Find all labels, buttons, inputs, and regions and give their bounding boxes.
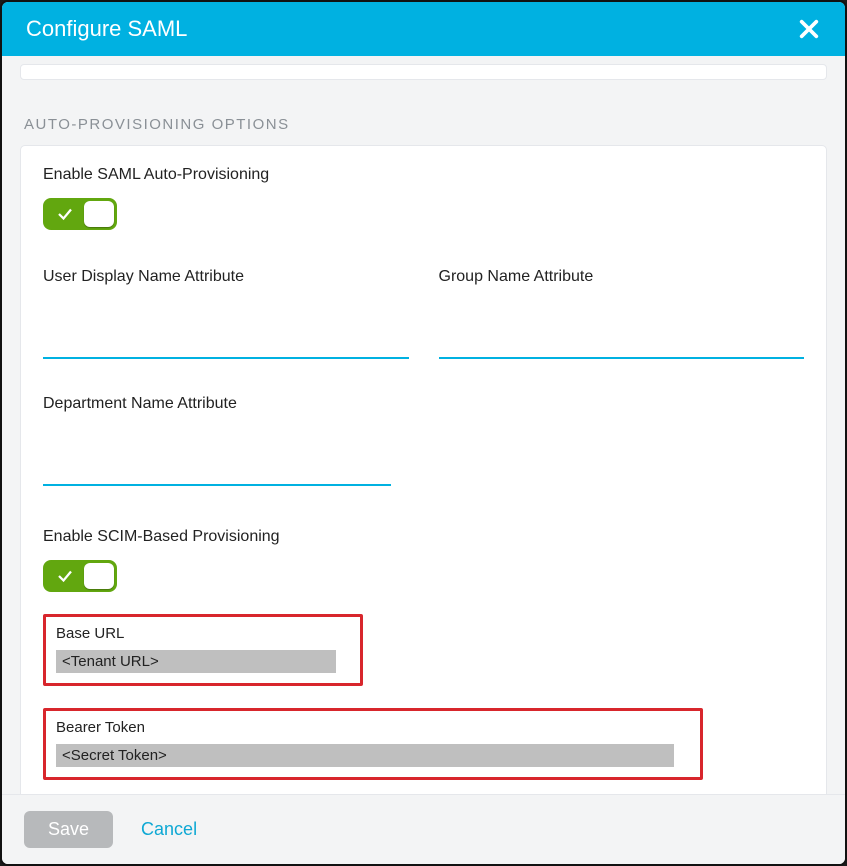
scim-block: Enable SCIM-Based Provisioning — [43, 528, 804, 592]
previous-panel-sliver — [20, 64, 827, 80]
bearer-token-highlight: Bearer Token <Secret Token> — [43, 708, 703, 780]
modal-footer: Save Cancel — [2, 794, 845, 864]
enable-saml-toggle[interactable] — [43, 198, 117, 230]
bearer-token-label: Bearer Token — [56, 719, 690, 736]
close-icon[interactable] — [797, 17, 821, 41]
section-title: AUTO-PROVISIONING OPTIONS — [20, 116, 827, 133]
user-display-input[interactable] — [43, 328, 409, 359]
department-input[interactable] — [43, 455, 391, 486]
base-url-value[interactable]: <Tenant URL> — [56, 650, 336, 673]
enable-scim-label: Enable SCIM-Based Provisioning — [43, 528, 804, 546]
user-display-label: User Display Name Attribute — [43, 268, 409, 286]
modal-header: Configure SAML — [2, 2, 845, 56]
group-name-label: Group Name Attribute — [439, 268, 805, 286]
auto-provisioning-panel: Enable SAML Auto-Provisioning User Displ… — [20, 145, 827, 794]
department-label: Department Name Attribute — [43, 395, 391, 413]
group-name-col: Group Name Attribute — [439, 268, 805, 359]
department-col: Department Name Attribute — [43, 395, 391, 486]
enable-scim-toggle[interactable] — [43, 560, 117, 592]
configure-saml-modal: Configure SAML AUTO-PROVISIONING OPTIONS… — [0, 0, 847, 866]
modal-body[interactable]: AUTO-PROVISIONING OPTIONS Enable SAML Au… — [2, 56, 845, 794]
check-icon — [46, 567, 84, 585]
save-button[interactable]: Save — [24, 811, 113, 848]
cancel-button[interactable]: Cancel — [141, 819, 197, 840]
bearer-token-value[interactable]: <Secret Token> — [56, 744, 674, 767]
toggle-knob — [84, 201, 114, 227]
base-url-label: Base URL — [56, 625, 350, 642]
base-url-highlight: Base URL <Tenant URL> — [43, 614, 363, 686]
enable-saml-label: Enable SAML Auto-Provisioning — [43, 166, 804, 184]
attribute-row: User Display Name Attribute Group Name A… — [43, 268, 804, 359]
group-name-input[interactable] — [439, 328, 805, 359]
toggle-knob — [84, 563, 114, 589]
check-icon — [46, 205, 84, 223]
modal-title: Configure SAML — [26, 16, 187, 42]
user-display-col: User Display Name Attribute — [43, 268, 409, 359]
